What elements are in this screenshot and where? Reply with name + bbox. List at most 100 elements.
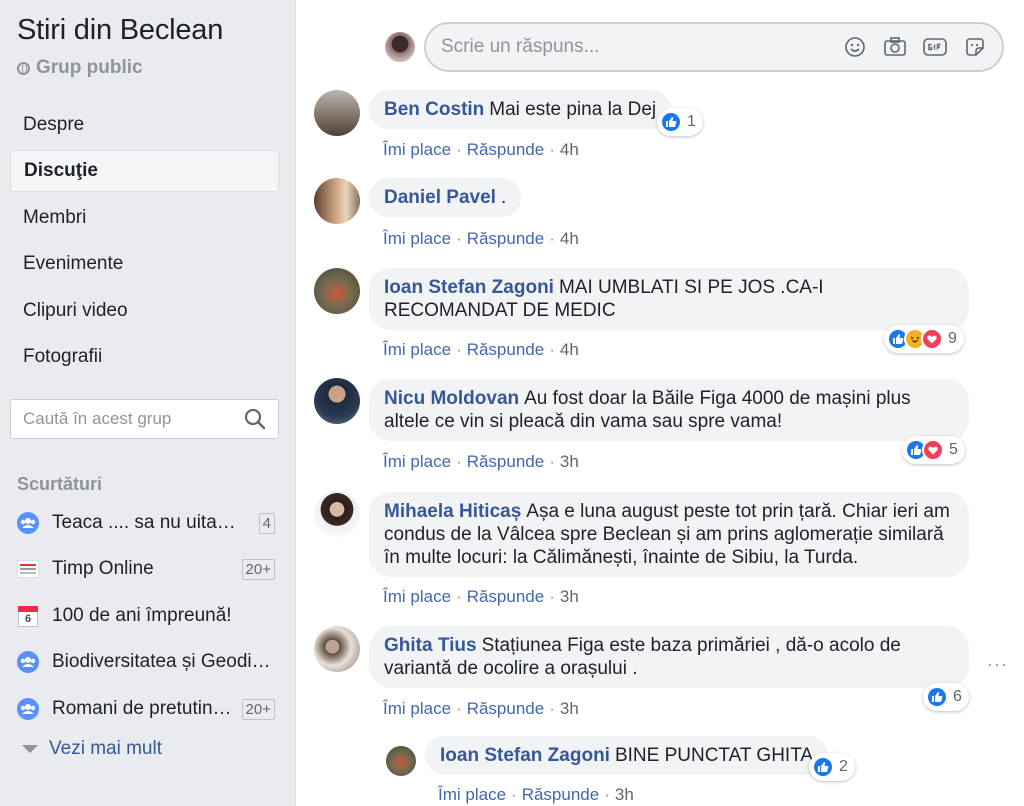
timestamp[interactable]: 3h bbox=[560, 587, 579, 606]
avatar[interactable] bbox=[314, 378, 360, 424]
group-privacy: Grup public bbox=[17, 57, 143, 79]
sticker-icon[interactable] bbox=[962, 35, 988, 59]
group-icon bbox=[17, 651, 39, 673]
comment-author[interactable]: Nicu Moldovan bbox=[384, 388, 519, 409]
like-button[interactable]: Îmi place bbox=[383, 699, 451, 718]
group-search-input[interactable]: Caută în acest grup bbox=[10, 399, 279, 439]
separator: · bbox=[456, 340, 462, 359]
reaction-summary[interactable]: 1 bbox=[657, 108, 703, 136]
separator: · bbox=[511, 785, 517, 804]
separator: · bbox=[604, 785, 610, 804]
separator: · bbox=[549, 140, 555, 159]
comment-bubble: Daniel Pavel. bbox=[369, 178, 522, 217]
reaction-summary[interactable]: 5 bbox=[902, 436, 965, 464]
reply-button[interactable]: Răspunde bbox=[522, 785, 600, 804]
nav-evenimente[interactable]: Evenimente bbox=[10, 243, 279, 285]
comment-author[interactable]: Daniel Pavel bbox=[384, 187, 496, 208]
shortcut-teaca[interactable]: Teaca .... sa nu uita… 4 bbox=[17, 507, 275, 539]
shortcut-badge: 20+ bbox=[241, 558, 275, 580]
nav-clipuri-video[interactable]: Clipuri video bbox=[10, 290, 279, 332]
comment-actions: Îmi place · Răspunde · 3h bbox=[383, 587, 579, 607]
like-button[interactable]: Îmi place bbox=[383, 340, 451, 359]
love-reaction-icon bbox=[922, 439, 944, 461]
reply-button[interactable]: Răspunde bbox=[467, 452, 545, 471]
separator: · bbox=[549, 587, 555, 606]
timestamp[interactable]: 4h bbox=[560, 340, 579, 359]
reply-button[interactable]: Răspunde bbox=[467, 140, 545, 159]
comment-author[interactable]: Ioan Stefan Zagoni bbox=[384, 277, 554, 298]
like-button[interactable]: Îmi place bbox=[383, 452, 451, 471]
avatar[interactable] bbox=[314, 268, 360, 314]
comment-author[interactable]: Ghita Tius bbox=[384, 635, 477, 656]
shortcut-badge: 20+ bbox=[241, 698, 275, 720]
comment-actions: Îmi place · Răspunde · 4h bbox=[383, 340, 579, 360]
reaction-count: 6 bbox=[953, 688, 962, 705]
nav-membri[interactable]: Membri bbox=[10, 197, 279, 239]
emoji-icon[interactable] bbox=[842, 35, 868, 59]
reaction-count: 9 bbox=[948, 330, 957, 347]
comments-panel: Scrie un răspuns... Ben Costin Mai este p… bbox=[297, 0, 1024, 806]
avatar[interactable] bbox=[314, 90, 360, 136]
timestamp[interactable]: 3h bbox=[560, 452, 579, 471]
reply-button[interactable]: Răspunde bbox=[467, 229, 545, 248]
like-button[interactable]: Îmi place bbox=[438, 785, 506, 804]
see-more-link[interactable]: Vezi mai mult bbox=[22, 738, 162, 760]
comment-bubble: Mihaela Hiticaș Așa e luna august peste t… bbox=[369, 492, 969, 577]
separator: · bbox=[456, 229, 462, 248]
globe-icon bbox=[17, 61, 30, 75]
nav-discutie[interactable]: Discuţie bbox=[10, 150, 279, 192]
shortcut-romani[interactable]: Romani de pretutin… 20+ bbox=[17, 693, 275, 725]
nav-fotografii[interactable]: Fotografii bbox=[10, 336, 279, 378]
see-more-label: Vezi mai mult bbox=[49, 738, 162, 759]
like-button[interactable]: Îmi place bbox=[383, 140, 451, 159]
avatar[interactable] bbox=[314, 626, 360, 672]
camera-icon[interactable] bbox=[882, 35, 908, 59]
like-button[interactable]: Îmi place bbox=[383, 587, 451, 606]
more-options-icon[interactable]: ··· bbox=[987, 654, 1008, 675]
chevron-down-icon bbox=[22, 745, 38, 753]
shortcut-timp-online[interactable]: Timp Online 20+ bbox=[17, 553, 275, 585]
shortcut-label: Timp Online bbox=[52, 558, 154, 579]
avatar[interactable] bbox=[314, 491, 360, 537]
group-title[interactable]: Stiri din Beclean bbox=[17, 14, 223, 47]
timestamp[interactable]: 4h bbox=[560, 140, 579, 159]
search-placeholder: Caută în acest grup bbox=[23, 409, 172, 428]
comment-actions: Îmi place · Răspunde · 3h bbox=[383, 699, 579, 719]
comment-text: Mai este pina la Dej bbox=[489, 99, 657, 120]
nav-despre[interactable]: Despre bbox=[10, 104, 279, 146]
shortcut-100-de-ani[interactable]: 6 100 de ani împreună! bbox=[17, 600, 275, 632]
group-privacy-label: Grup public bbox=[36, 57, 143, 78]
like-reaction-icon bbox=[926, 686, 948, 708]
timestamp[interactable]: 4h bbox=[560, 229, 579, 248]
reply-button[interactable]: Răspunde bbox=[467, 699, 545, 718]
avatar[interactable] bbox=[314, 178, 360, 224]
shortcut-label: Teaca .... sa nu uita… bbox=[52, 512, 236, 533]
comment-author[interactable]: Ben Costin bbox=[384, 99, 484, 120]
reaction-summary[interactable]: 9 bbox=[884, 325, 964, 353]
comment-text: BINE PUNCTAT GHITA bbox=[614, 745, 814, 766]
left-sidebar: Stiri din Beclean Grup public Despre Dis… bbox=[0, 0, 296, 806]
gif-icon[interactable] bbox=[922, 35, 948, 59]
comment-author[interactable]: Ioan Stefan Zagoni bbox=[440, 745, 610, 766]
calendar-day: 6 bbox=[18, 605, 38, 627]
comment-author[interactable]: Mihaela Hiticaș bbox=[384, 501, 521, 522]
separator: · bbox=[549, 229, 555, 248]
shortcuts-heading: Scurtături bbox=[17, 474, 103, 494]
reply-button[interactable]: Răspunde bbox=[467, 587, 545, 606]
reply-placeholder: Scrie un răspuns... bbox=[441, 36, 600, 57]
composer-tools bbox=[842, 35, 988, 59]
avatar[interactable] bbox=[386, 746, 416, 776]
reply-input[interactable]: Scrie un răspuns... bbox=[424, 22, 1004, 72]
reaction-summary[interactable]: 2 bbox=[809, 753, 855, 781]
like-button[interactable]: Îmi place bbox=[383, 229, 451, 248]
comment-actions: Îmi place · Răspunde · 3h bbox=[383, 452, 579, 472]
separator: · bbox=[549, 340, 555, 359]
search-icon[interactable] bbox=[244, 408, 266, 430]
timestamp[interactable]: 3h bbox=[615, 785, 634, 804]
comment-bubble: Ghita Tius Stațiunea Figa este baza primă… bbox=[369, 626, 969, 688]
timestamp[interactable]: 3h bbox=[560, 699, 579, 718]
current-user-avatar[interactable] bbox=[385, 32, 415, 62]
reply-button[interactable]: Răspunde bbox=[467, 340, 545, 359]
reaction-summary[interactable]: 6 bbox=[923, 683, 969, 711]
shortcut-biodiversitatea[interactable]: Biodiversitatea și Geodi… bbox=[17, 646, 275, 678]
